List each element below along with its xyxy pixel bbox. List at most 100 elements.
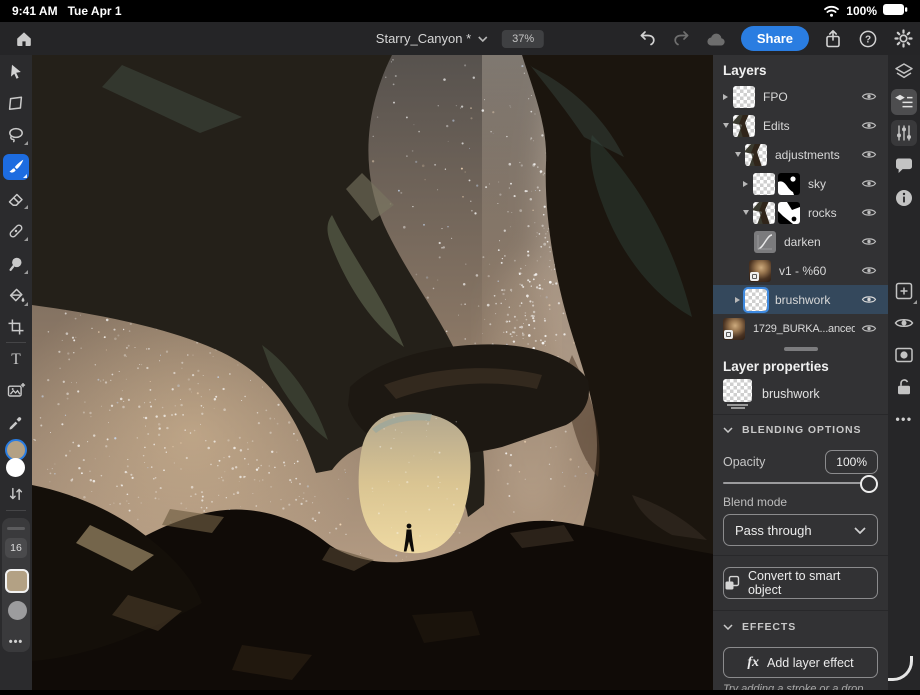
layer-row-fpo[interactable]: FPO	[713, 82, 888, 111]
zoom-badge[interactable]: 37%	[502, 30, 544, 48]
svg-text:T: T	[11, 351, 21, 368]
undo-button[interactable]	[636, 28, 658, 50]
selected-layer-thumbnail	[723, 379, 752, 402]
visibility-eye-icon[interactable]	[861, 178, 878, 189]
opacity-value-box[interactable]: 100%	[825, 450, 878, 474]
effects-header[interactable]: EFFECTS	[723, 618, 878, 636]
visibility-eye-icon[interactable]	[861, 120, 878, 131]
slider-knob[interactable]	[860, 475, 878, 493]
blend-mode-label: Blend mode	[723, 495, 878, 509]
battery-icon	[883, 4, 908, 18]
disclosure-expanded-icon[interactable]	[743, 210, 753, 215]
layer-thumbnail	[753, 173, 775, 195]
panel-adjustments-button[interactable]	[891, 120, 917, 146]
blend-mode-select[interactable]: Pass through	[723, 514, 878, 546]
date: Tue Apr 1	[68, 4, 122, 18]
more-tool-options[interactable]: •••	[2, 636, 30, 648]
visibility-eye-icon[interactable]	[861, 91, 878, 102]
layers-panel-title: Layers	[723, 63, 878, 80]
drag-handle[interactable]	[7, 527, 25, 530]
layer-thumbnail	[733, 115, 755, 137]
layer-row-darken[interactable]: darken	[713, 227, 888, 256]
document-title[interactable]: Starry_Canyon *	[376, 31, 488, 46]
crop-tool[interactable]	[0, 313, 32, 341]
layer-row-v1[interactable]: v1 - %60	[713, 256, 888, 285]
lasso-tool[interactable]	[0, 121, 32, 149]
share-button[interactable]: Share	[741, 26, 809, 51]
canvas-artwork[interactable]	[32, 55, 713, 690]
visibility-eye-icon[interactable]	[861, 236, 878, 247]
layer-mask-thumbnail	[778, 173, 800, 195]
add-layer-button[interactable]	[891, 278, 917, 304]
brush-options-panel: 16 •••	[2, 518, 30, 652]
blending-options-header[interactable]: BLENDING OPTIONS	[723, 421, 878, 439]
layer-thumbnail	[723, 318, 745, 340]
status-bar: 9:41 AM Tue Apr 1 100%	[0, 0, 920, 22]
layer-visibility-button[interactable]	[891, 310, 917, 336]
clone-stamp-tool[interactable]	[0, 250, 32, 278]
lock-layer-button[interactable]	[891, 374, 917, 400]
comments-button[interactable]	[891, 153, 917, 179]
disclosure-collapsed-icon[interactable]	[743, 181, 753, 187]
background-color-chip[interactable]	[6, 458, 25, 477]
smart-object-badge	[724, 330, 733, 339]
more-panel-options[interactable]: •••	[891, 406, 917, 432]
chevron-down-icon	[854, 527, 866, 534]
home-button[interactable]	[8, 22, 40, 55]
visibility-eye-icon[interactable]	[861, 294, 878, 305]
layer-row-sky[interactable]: sky	[713, 169, 888, 198]
opacity-slider[interactable]	[723, 475, 878, 491]
eraser-tool[interactable]	[0, 185, 32, 213]
visibility-eye-icon[interactable]	[861, 265, 878, 276]
help-button[interactable]: ?	[857, 28, 879, 50]
battery-percent: 100%	[846, 4, 877, 18]
type-tool[interactable]: T	[0, 345, 32, 373]
disclosure-collapsed-icon[interactable]	[735, 297, 745, 303]
disclosure-expanded-icon[interactable]	[735, 152, 745, 157]
brush-size-value[interactable]: 16	[5, 538, 27, 558]
brush-color-chip[interactable]	[5, 569, 29, 593]
eyedropper-tool[interactable]	[0, 409, 32, 437]
panel-resize-handle[interactable]	[784, 347, 818, 351]
smart-object-icon	[724, 575, 740, 591]
redo-button[interactable]	[671, 28, 693, 50]
healing-brush-tool[interactable]	[0, 217, 32, 245]
brush-opacity-chip[interactable]	[8, 601, 27, 620]
clock: 9:41 AM	[12, 4, 58, 18]
visibility-eye-icon[interactable]	[861, 323, 878, 334]
visibility-eye-icon[interactable]	[861, 207, 878, 218]
fill-tool[interactable]	[0, 282, 32, 310]
move-tool[interactable]	[0, 58, 32, 86]
brush-tool[interactable]	[3, 154, 29, 180]
layer-properties-title: Layer properties	[723, 359, 878, 375]
smart-object-badge	[750, 272, 759, 281]
layer-row-1729[interactable]: 1729_BURKA...anced-NR33	[713, 314, 888, 343]
layer-row-brushwork-selected[interactable]: brushwork	[713, 285, 888, 314]
layer-row-adjustments[interactable]: adjustments	[713, 140, 888, 169]
tool-rail: T 16 •••	[0, 55, 32, 690]
opacity-label: Opacity	[723, 455, 765, 469]
info-button[interactable]	[891, 185, 917, 211]
settings-button[interactable]	[892, 28, 914, 50]
visibility-eye-icon[interactable]	[861, 149, 878, 160]
transform-tool[interactable]	[0, 89, 32, 117]
layer-thumbnail	[733, 86, 755, 108]
disclosure-expanded-icon[interactable]	[723, 123, 733, 128]
panel-properties-button[interactable]	[891, 89, 917, 115]
disclosure-collapsed-icon[interactable]	[723, 94, 733, 100]
place-photo-tool[interactable]	[0, 377, 32, 405]
slider-track	[723, 482, 878, 484]
convert-to-smart-object-button[interactable]: Convert to smart object	[723, 567, 878, 599]
layer-mask-button[interactable]	[891, 342, 917, 368]
layer-thumbnail	[745, 289, 767, 311]
export-button[interactable]	[822, 28, 844, 50]
panel-layers-button[interactable]	[891, 59, 917, 85]
fx-icon: fx	[747, 655, 759, 671]
canyon-photo	[32, 55, 713, 690]
layer-row-edits[interactable]: Edits	[713, 111, 888, 140]
chevron-down-icon	[723, 624, 733, 630]
swap-colors-button[interactable]	[0, 480, 32, 508]
panel-switcher-rail: •••	[888, 55, 920, 690]
add-layer-effect-button[interactable]: fx Add layer effect	[723, 647, 878, 678]
layer-row-rocks[interactable]: rocks	[713, 198, 888, 227]
